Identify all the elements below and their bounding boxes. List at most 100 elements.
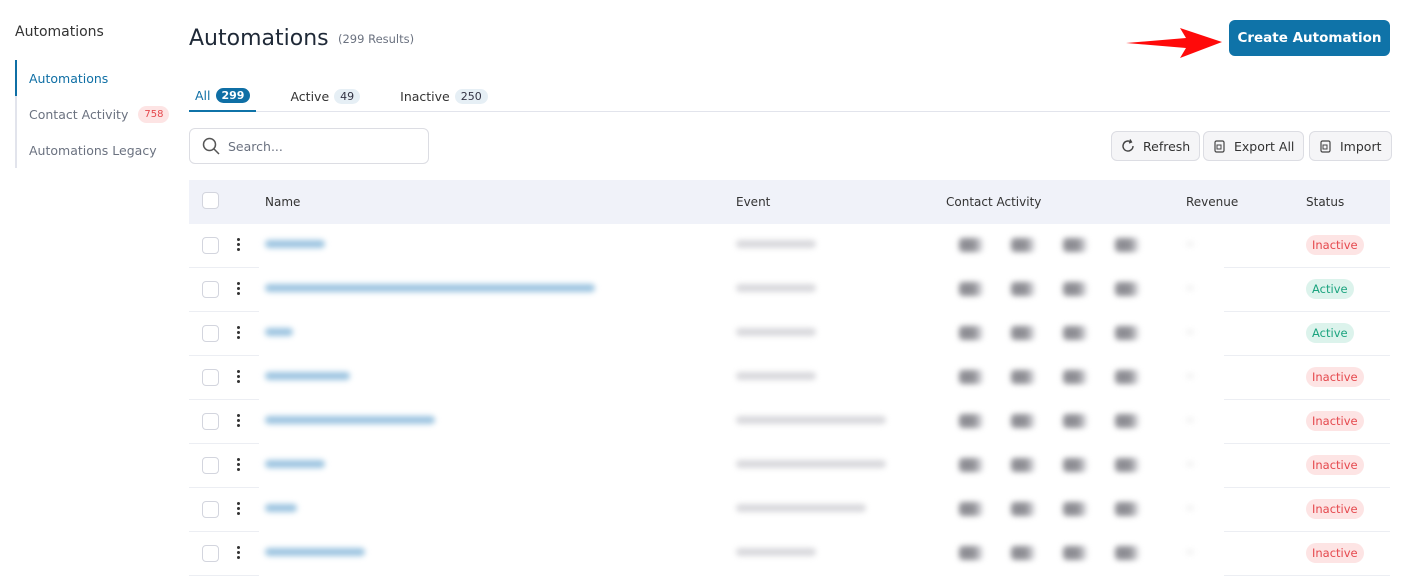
results-count: (299 Results) [338, 32, 415, 46]
column-status[interactable]: Status [1306, 195, 1344, 209]
more-options-icon[interactable] [237, 282, 241, 297]
more-options-icon[interactable] [237, 238, 241, 253]
automation-name-link[interactable] [265, 328, 293, 336]
event-cell [736, 372, 816, 380]
more-options-icon[interactable] [237, 370, 241, 385]
event-cell [736, 328, 816, 336]
status-badge: Active [1306, 323, 1354, 343]
automation-name-link[interactable] [265, 504, 297, 512]
sidebar-item-label: Automations [29, 70, 109, 86]
more-options-icon[interactable] [237, 458, 241, 473]
automation-name-link[interactable] [265, 240, 325, 248]
column-event[interactable]: Event [736, 195, 770, 209]
sidebar-title: Automations [15, 24, 104, 40]
tab-count: 49 [334, 88, 361, 104]
import-label: Import [1340, 138, 1382, 154]
create-automation-button[interactable]: Create Automation [1229, 20, 1390, 56]
count-badge: 758 [138, 105, 170, 123]
row-checkbox[interactable] [202, 501, 219, 518]
revenue-cell [1186, 550, 1194, 554]
row-checkbox[interactable] [202, 369, 219, 386]
activity-metric [959, 370, 983, 384]
import-button[interactable]: Import [1309, 131, 1392, 161]
automation-name-link[interactable] [265, 284, 595, 292]
activity-metric [1063, 458, 1087, 472]
activity-metric [959, 414, 983, 428]
status-badge: Inactive [1306, 543, 1364, 563]
activity-metric [1115, 238, 1139, 252]
revenue-cell [1186, 506, 1194, 510]
table-row: Inactive [189, 532, 1390, 576]
sidebar-item-automations-legacy[interactable]: Automations Legacy [15, 132, 175, 168]
activity-metric [1115, 282, 1139, 296]
activity-metric [1115, 502, 1139, 516]
tab-label: All [195, 87, 211, 103]
table-header: Name Event Contact Activity Revenue Stat… [189, 180, 1390, 224]
sidebar-item-contact-activity[interactable]: Contact Activity 758 [15, 96, 175, 132]
row-checkbox[interactable] [202, 325, 219, 342]
automation-name-link[interactable] [265, 372, 350, 380]
search-icon [202, 137, 220, 155]
tab-all[interactable]: All 299 [189, 80, 257, 112]
status-badge: Inactive [1306, 499, 1364, 519]
status-badge: Inactive [1306, 455, 1364, 475]
revenue-cell [1186, 286, 1194, 290]
activity-metric [1063, 238, 1087, 252]
sidebar-item-label: Contact Activity [29, 106, 129, 122]
revenue-cell [1186, 418, 1194, 422]
import-icon [1320, 139, 1331, 153]
more-options-icon[interactable] [237, 502, 241, 517]
row-checkbox[interactable] [202, 281, 219, 298]
automation-name-link[interactable] [265, 548, 365, 556]
tab-count: 250 [454, 88, 488, 104]
event-cell [736, 460, 886, 468]
activity-metric [1011, 326, 1035, 340]
status-badge: Inactive [1306, 235, 1364, 255]
table-row: Inactive [189, 356, 1390, 400]
tab-active[interactable]: Active 49 [284, 80, 366, 112]
sidebar-nav: Automations Contact Activity 758 Automati… [15, 60, 175, 168]
more-options-icon[interactable] [237, 414, 241, 429]
column-revenue[interactable]: Revenue [1186, 195, 1238, 209]
activity-metric [1063, 282, 1087, 296]
search-input[interactable] [228, 138, 408, 154]
more-options-icon[interactable] [237, 546, 241, 561]
revenue-cell [1186, 242, 1194, 246]
activity-metric [1115, 370, 1139, 384]
activity-metric [959, 282, 983, 296]
refresh-button[interactable]: Refresh [1111, 131, 1201, 161]
activity-metric [1011, 370, 1035, 384]
search-box [189, 128, 429, 164]
export-all-button[interactable]: Export All [1203, 131, 1305, 161]
status-badge: Active [1306, 279, 1354, 299]
row-divider [1224, 575, 1390, 576]
column-contact-activity[interactable]: Contact Activity [946, 195, 1041, 209]
event-cell [736, 548, 816, 556]
select-all-checkbox[interactable] [202, 192, 219, 209]
tab-count: 299 [215, 87, 251, 103]
column-name[interactable]: Name [265, 195, 300, 209]
activity-metric [1115, 326, 1139, 340]
sidebar-item-label: Automations Legacy [29, 142, 157, 158]
sidebar-item-automations[interactable]: Automations [15, 60, 175, 96]
tab-inactive[interactable]: Inactive 250 [394, 80, 494, 112]
activity-metric [1011, 414, 1035, 428]
tab-label: Inactive [400, 88, 450, 104]
activity-metric [1063, 502, 1087, 516]
row-checkbox[interactable] [202, 545, 219, 562]
activity-metric [1011, 502, 1035, 516]
row-checkbox[interactable] [202, 457, 219, 474]
row-checkbox[interactable] [202, 413, 219, 430]
row-checkbox[interactable] [202, 237, 219, 254]
more-options-icon[interactable] [237, 326, 241, 341]
red-arrow-annotation [1126, 28, 1222, 58]
activity-metric [1063, 414, 1087, 428]
automation-name-link[interactable] [265, 416, 435, 424]
table-row: Active [189, 268, 1390, 312]
event-cell [736, 240, 816, 248]
automation-name-link[interactable] [265, 460, 325, 468]
status-badge: Inactive [1306, 367, 1364, 387]
activity-metric [1011, 282, 1035, 296]
table-row: Inactive [189, 224, 1390, 268]
activity-metric [1011, 238, 1035, 252]
